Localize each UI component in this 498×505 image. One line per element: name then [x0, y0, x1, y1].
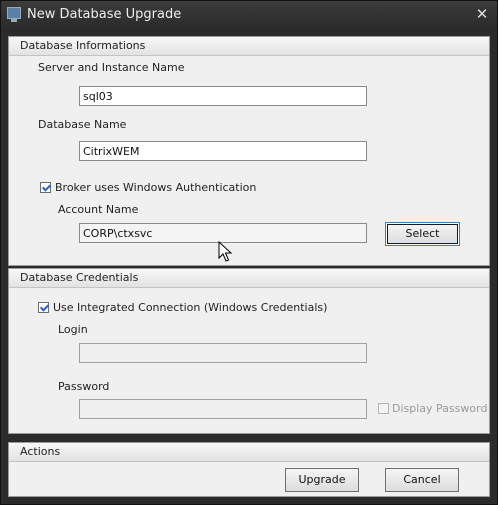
panel-header: Actions: [9, 443, 489, 462]
title-bar[interactable]: New Database Upgrade ✕: [1, 1, 497, 29]
panel-title: Database Credentials: [20, 271, 139, 284]
database-name-label: Database Name: [38, 118, 127, 131]
display-password-label[interactable]: Display Password: [392, 402, 487, 415]
database-informations-panel: Database Informations Server and Instanc…: [8, 36, 490, 266]
window-title: New Database Upgrade: [27, 7, 182, 22]
login-input[interactable]: [79, 343, 367, 363]
server-label: Server and Instance Name: [38, 61, 185, 74]
login-label: Login: [58, 323, 88, 336]
display-password-checkbox[interactable]: [378, 403, 389, 414]
integrated-connection-label[interactable]: Use Integrated Connection (Windows Crede…: [53, 301, 327, 314]
server-input[interactable]: [79, 86, 367, 106]
account-name-label: Account Name: [58, 203, 139, 216]
database-credentials-panel: Database Credentials Use Integrated Conn…: [8, 268, 490, 434]
panel-header: Database Informations: [9, 37, 489, 56]
cancel-button[interactable]: Cancel: [385, 468, 459, 492]
panel-title: Database Informations: [20, 39, 146, 52]
password-input[interactable]: [79, 399, 367, 419]
windows-auth-checkbox[interactable]: [40, 182, 51, 193]
integrated-connection-checkbox[interactable]: [38, 302, 49, 313]
account-name-input[interactable]: [79, 223, 367, 243]
dialog-window: New Database Upgrade ✕ Database Informat…: [0, 0, 498, 505]
panel-header: Database Credentials: [9, 269, 489, 288]
upgrade-button[interactable]: Upgrade: [285, 468, 359, 492]
password-label: Password: [58, 380, 110, 393]
select-account-button[interactable]: Select: [385, 222, 460, 246]
database-name-input[interactable]: [79, 141, 367, 161]
actions-panel: Actions Upgrade Cancel: [8, 442, 490, 497]
app-monitor-icon: [7, 7, 21, 22]
close-icon: ✕: [475, 5, 489, 23]
windows-auth-label[interactable]: Broker uses Windows Authentication: [55, 181, 256, 194]
close-button[interactable]: ✕: [471, 4, 493, 24]
panel-title: Actions: [20, 445, 61, 458]
